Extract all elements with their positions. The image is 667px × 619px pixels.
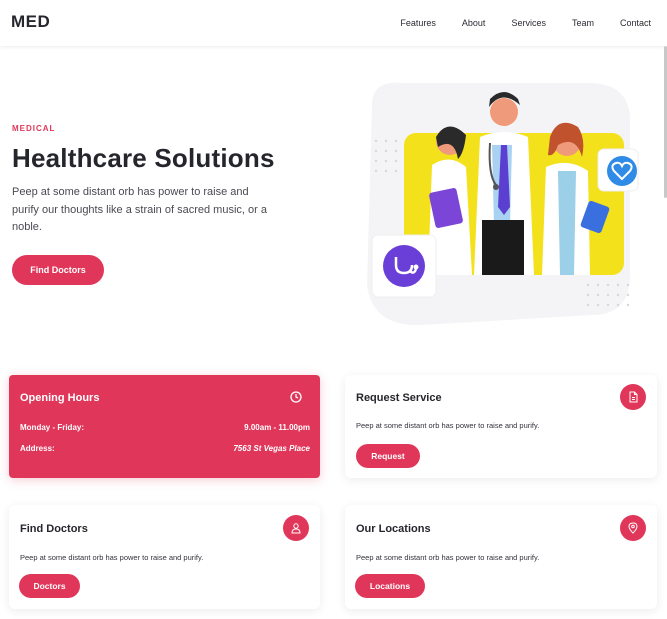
nav-features[interactable]: Features — [400, 18, 436, 28]
doctors-illustration — [367, 82, 639, 326]
location-pin-icon — [620, 515, 646, 541]
nav-contact[interactable]: Contact — [620, 18, 651, 28]
nav-about[interactable]: About — [462, 18, 486, 28]
address-value: 7563 St Vegas Place — [233, 444, 310, 453]
our-locations-card: Our Locations Peep at some distant orb h… — [345, 505, 657, 609]
hero-description: Peep at some distant orb has power to ra… — [12, 186, 267, 233]
request-service-title: Request Service — [356, 392, 442, 404]
nav-team[interactable]: Team — [572, 18, 594, 28]
hero-eyebrow: MEDICAL — [12, 124, 56, 133]
document-icon — [620, 384, 646, 410]
opening-hours-title: Opening Hours — [20, 392, 100, 404]
hours-weekday-value: 9.00am - 11.00pm — [244, 423, 310, 432]
logo[interactable]: MED — [11, 12, 50, 32]
request-button[interactable]: Request — [356, 444, 420, 468]
find-doctors-card: Find Doctors Peep at some distant orb ha… — [9, 505, 320, 609]
locations-button[interactable]: Locations — [355, 574, 425, 598]
find-doctors-button[interactable]: Find Doctors — [12, 255, 104, 285]
nav-services[interactable]: Services — [511, 18, 546, 28]
our-locations-title: Our Locations — [356, 523, 431, 535]
request-service-text: Peep at some distant orb has power to ra… — [356, 421, 540, 430]
our-locations-text: Peep at some distant orb has power to ra… — [356, 553, 540, 562]
find-doctors-text: Peep at some distant orb has power to ra… — [20, 553, 204, 562]
hero-title: Healthcare Solutions — [12, 143, 275, 173]
user-icon — [283, 515, 309, 541]
find-doctors-title: Find Doctors — [20, 523, 88, 535]
hours-weekday-label: Monday - Friday: — [20, 423, 85, 432]
doctors-button[interactable]: Doctors — [19, 574, 80, 598]
request-service-card: Request Service Peep at some distant orb… — [345, 375, 657, 478]
address-label: Address: — [20, 444, 55, 453]
main-nav: Features About Services Team Contact — [374, 0, 651, 46]
top-navbar: MED Features About Services Team Contact — [0, 0, 667, 46]
opening-hours-card: Opening Hours Monday - Friday: 9.00am - … — [9, 375, 320, 478]
clock-icon — [290, 391, 302, 403]
